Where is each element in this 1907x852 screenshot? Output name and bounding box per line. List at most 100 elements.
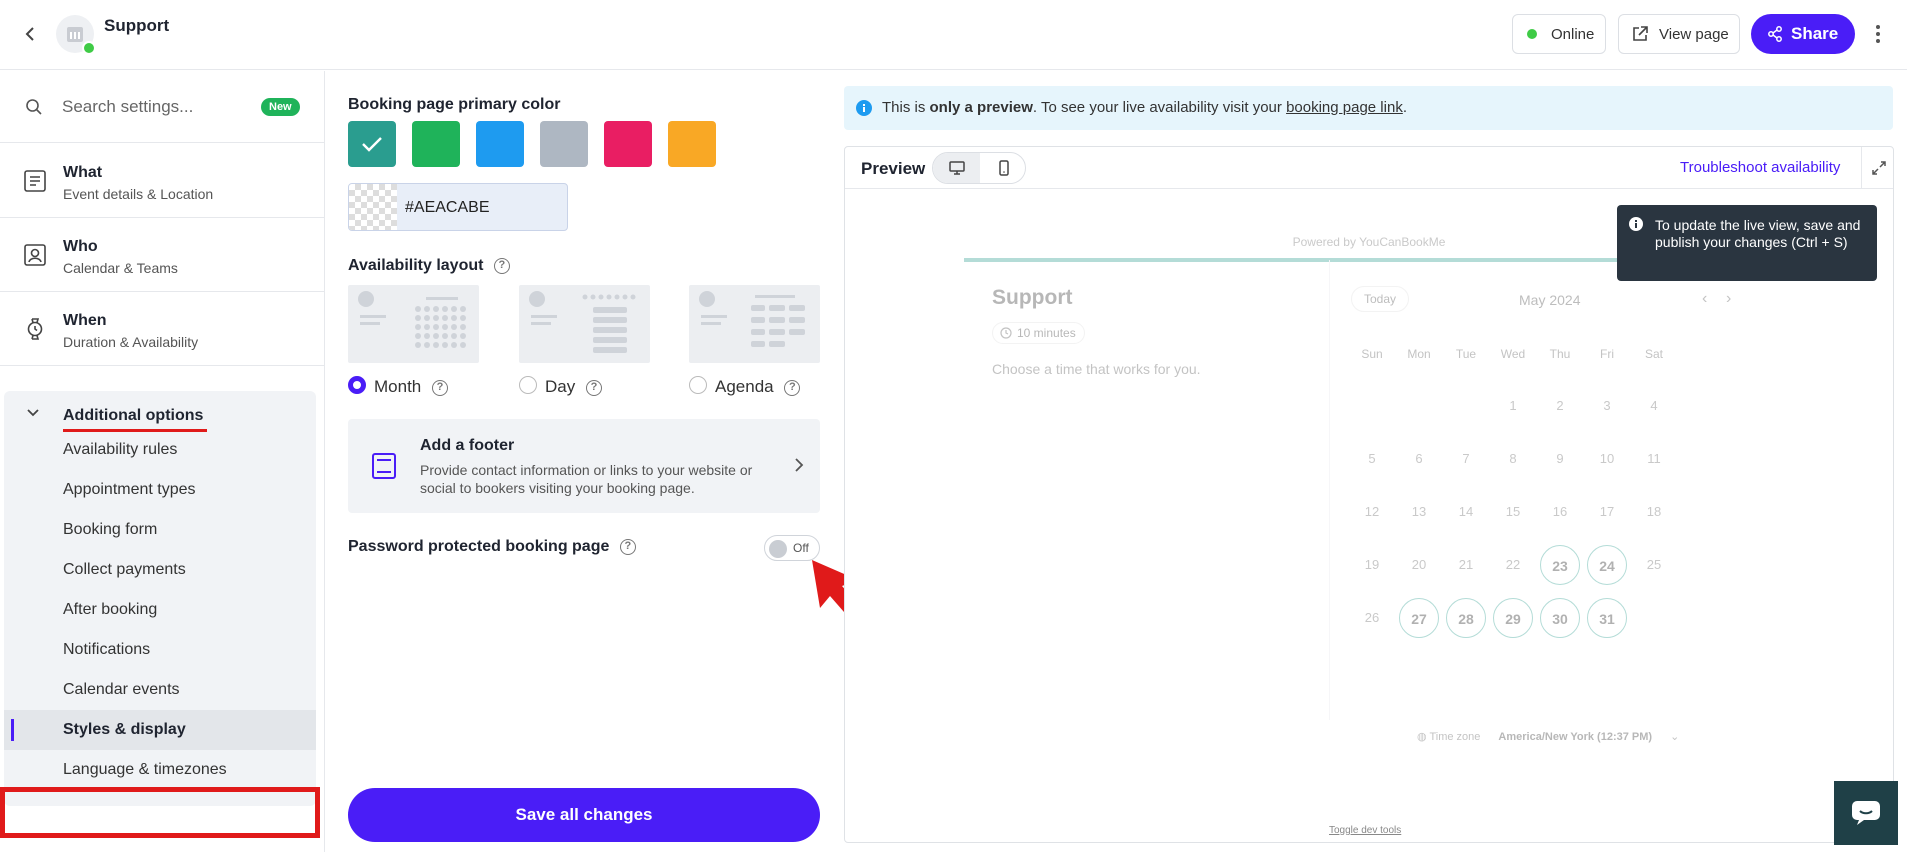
search-input[interactable] — [62, 93, 242, 121]
sidebar-item-styles-display[interactable]: Styles & display — [4, 710, 316, 750]
radio-month[interactable] — [348, 376, 366, 394]
sidebar-item-language-timezones[interactable]: Language & timezones — [4, 750, 316, 790]
timezone-label: Time zone — [1429, 731, 1481, 743]
annotation-highlight-box — [0, 787, 320, 838]
prev-month-icon[interactable]: ‹ — [1702, 290, 1707, 308]
calendar-day: 16 — [1552, 504, 1568, 519]
sidebar-item-subtitle: Calendar & Teams — [63, 260, 178, 276]
calendar-day-available[interactable]: 27 — [1399, 598, 1439, 638]
sidebar-item-what[interactable]: What Event details & Location — [0, 144, 324, 218]
color-swatch-green[interactable] — [412, 121, 460, 167]
live-view-tooltip: To update the live view, save and publis… — [1617, 205, 1877, 281]
add-footer-card[interactable]: Add a footer Provide contact information… — [348, 419, 820, 513]
booking-page-link[interactable]: booking page link — [1286, 99, 1403, 116]
sidebar-item-availability-rules[interactable]: Availability rules — [4, 430, 316, 470]
device-toggle — [932, 152, 1026, 184]
info-icon — [1629, 217, 1643, 231]
top-bar: Support Online View page Share — [0, 0, 1907, 70]
calendar-day-available[interactable]: 29 — [1493, 598, 1533, 638]
sidebar-item-collect-payments[interactable]: Collect payments — [4, 550, 316, 590]
next-month-icon[interactable]: › — [1726, 290, 1731, 308]
sidebar-item-calendar-events[interactable]: Calendar events — [4, 670, 316, 710]
info-icon — [856, 100, 872, 116]
calendar-day-available[interactable]: 23 — [1540, 545, 1580, 585]
calendar-day-available[interactable]: 31 — [1587, 598, 1627, 638]
timezone-row[interactable]: ◍ Time zone America/New York (12:37 PM) ⌄ — [1417, 730, 1679, 743]
online-status-button[interactable]: Online — [1512, 14, 1606, 54]
back-arrow-icon[interactable] — [18, 22, 42, 46]
today-button[interactable]: Today — [1351, 286, 1410, 312]
calendar-day: 2 — [1556, 398, 1564, 413]
help-icon[interactable]: ? — [784, 379, 801, 396]
sidebar-item-who[interactable]: Who Calendar & Teams — [0, 218, 324, 292]
radio-agenda-label: Agenda ? — [715, 377, 801, 397]
toggle-dev-tools-link[interactable]: Toggle dev tools — [1329, 825, 1401, 836]
calendar-day: 25 — [1646, 557, 1662, 572]
calendar-day-available[interactable]: 24 — [1587, 545, 1627, 585]
help-icon[interactable]: ? — [585, 379, 602, 396]
calendar-day: 12 — [1364, 504, 1380, 519]
preview-title: Preview — [861, 159, 926, 178]
more-options-icon[interactable] — [1868, 22, 1888, 46]
layout-thumb-agenda[interactable] — [689, 285, 820, 363]
status-dot-icon — [1527, 29, 1537, 39]
search-row: New — [0, 71, 324, 143]
radio-agenda[interactable] — [689, 376, 707, 394]
chevron-down-icon — [27, 409, 39, 417]
sidebar-item-title: Who — [63, 238, 98, 255]
color-swatch-pink[interactable] — [604, 121, 652, 167]
sidebar-item-after-booking[interactable]: After booking — [4, 590, 316, 630]
sidebar-item-appointment-types[interactable]: Appointment types — [4, 470, 316, 510]
color-swatch-orange[interactable] — [668, 121, 716, 167]
calendar-day: 18 — [1646, 504, 1662, 519]
choose-time-text: Choose a time that works for you. — [992, 361, 1201, 377]
calendar-day: 3 — [1603, 398, 1611, 413]
hex-color-field — [348, 183, 568, 231]
layout-thumb-day[interactable] — [519, 285, 650, 363]
password-protected-label: Password protected booking page ? — [348, 538, 636, 556]
page-avatar — [56, 15, 96, 55]
mobile-view-button[interactable] — [980, 153, 1025, 183]
help-icon[interactable]: ? — [619, 538, 636, 555]
save-all-changes-button[interactable]: Save all changes — [348, 788, 820, 842]
troubleshoot-availability-link[interactable]: Troubleshoot availability — [1680, 159, 1840, 176]
calendar-day: 15 — [1505, 504, 1521, 519]
calendar-day-available[interactable]: 30 — [1540, 598, 1580, 638]
radio-day[interactable] — [519, 376, 537, 394]
view-page-button[interactable]: View page — [1618, 14, 1740, 54]
search-icon — [26, 99, 42, 115]
help-icon[interactable]: ? — [493, 257, 510, 274]
view-page-label: View page — [1659, 25, 1729, 43]
radio-month-label: Month ? — [374, 377, 448, 397]
layout-thumb-month[interactable] — [348, 285, 479, 363]
hex-color-input[interactable] — [405, 196, 555, 220]
watch-icon — [27, 318, 43, 340]
calendar-day-available[interactable]: 28 — [1446, 598, 1486, 638]
color-preview-checker[interactable] — [349, 184, 397, 230]
calendar-day: 11 — [1647, 451, 1661, 466]
color-swatch-gray[interactable] — [540, 121, 588, 167]
calendar-day: 6 — [1415, 451, 1423, 466]
day-of-week-label: Sat — [1644, 347, 1663, 361]
desktop-view-button[interactable] — [933, 153, 980, 183]
expand-preview-button[interactable] — [1861, 147, 1893, 189]
sidebar-item-booking-form[interactable]: Booking form — [4, 510, 316, 550]
help-icon[interactable]: ? — [431, 379, 448, 396]
settings-sidebar: New What Event details & Location Who Ca… — [0, 71, 325, 852]
desktop-icon — [948, 161, 965, 175]
contact-card-icon — [24, 244, 46, 266]
calendar-day: 8 — [1509, 451, 1517, 466]
layout-label: Agenda — [715, 377, 774, 396]
sidebar-item-title: When — [63, 312, 107, 329]
color-swatch-teal[interactable] — [348, 121, 396, 167]
booking-title: Support — [992, 286, 1073, 309]
color-swatch-blue[interactable] — [476, 121, 524, 167]
share-label: Share — [1791, 24, 1839, 43]
footer-card-title: Add a footer — [420, 437, 515, 454]
share-button[interactable]: Share — [1751, 14, 1855, 54]
preview-header: Preview Troubleshoot availability — [845, 147, 1893, 189]
sidebar-item-notifications[interactable]: Notifications — [4, 630, 316, 670]
sidebar-item-when[interactable]: When Duration & Availability — [0, 292, 324, 366]
chat-support-button[interactable] — [1834, 781, 1898, 845]
duration-label: 10 minutes — [1017, 326, 1076, 340]
